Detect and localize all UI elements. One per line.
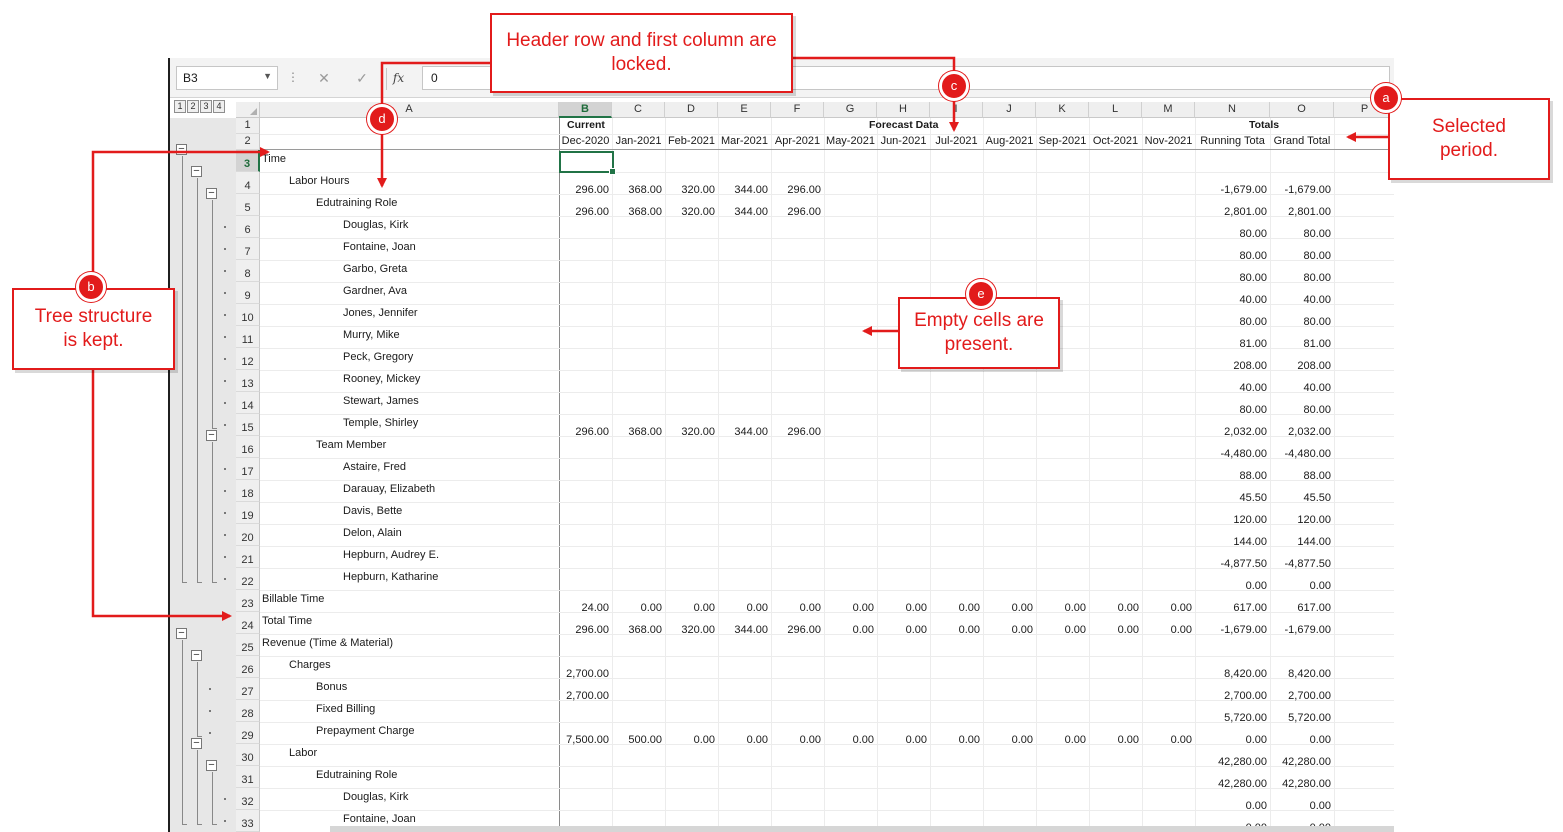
annotation-arrows [91, 56, 1388, 621]
badge-a: a [1371, 83, 1401, 113]
callout-selected-period: Selected period. [1388, 98, 1550, 180]
callout-header-locked: Header row and first column are locked. [490, 13, 793, 93]
badge-d: d [367, 104, 397, 134]
arrow-d [377, 61, 490, 188]
arrow-b-bottom [91, 370, 232, 621]
badge-e: e [966, 279, 996, 309]
arrow-c [793, 56, 959, 132]
arrow-b-top [91, 147, 270, 288]
badge-c: c [939, 71, 969, 101]
badge-b: b [76, 272, 106, 302]
